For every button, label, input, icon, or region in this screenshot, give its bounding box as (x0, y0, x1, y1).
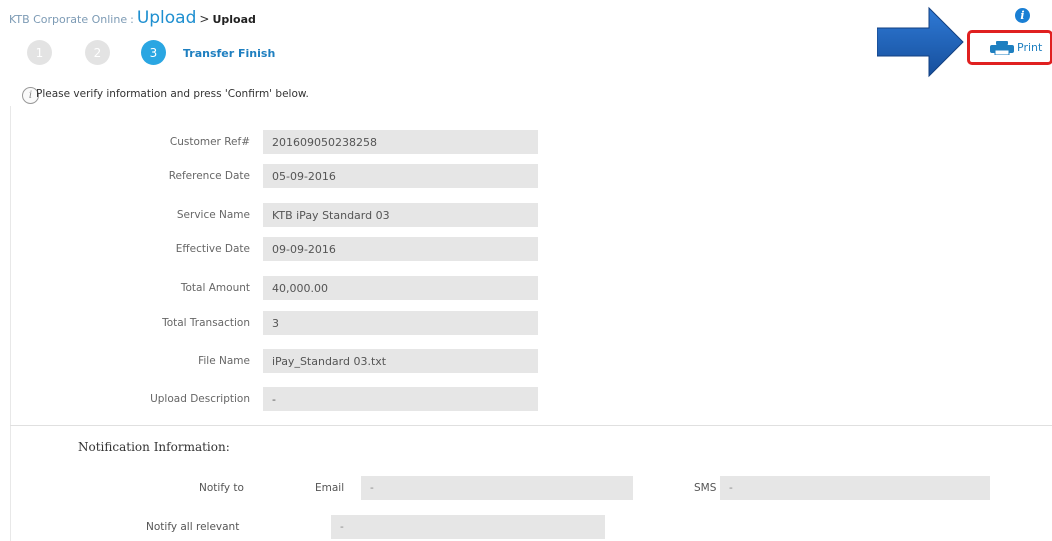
customer-ref-label: Customer Ref# (169, 136, 250, 148)
total-transaction-label: Total Transaction (162, 317, 250, 329)
step-3-indicator: 3 (141, 40, 166, 65)
reference-date-value: 05-09-2016 (263, 164, 538, 188)
service-name-label: Service Name (176, 209, 250, 221)
section-divider (10, 425, 1052, 426)
effective-date-value: 09-09-2016 (263, 237, 538, 261)
file-name-label: File Name (198, 355, 250, 367)
reference-date-label: Reference Date (168, 170, 250, 182)
sms-label: SMS (694, 482, 717, 494)
effective-date-label: Effective Date (175, 243, 250, 255)
upload-description-value: - (263, 387, 538, 411)
print-label: Print (1017, 41, 1043, 54)
breadcrumb-app-name: KTB Corporate Online (9, 13, 128, 26)
total-amount-label: Total Amount (180, 282, 250, 294)
notification-section-title: Notification Information: (78, 440, 230, 454)
email-value: - (361, 476, 633, 500)
help-icon[interactable]: i (1015, 8, 1030, 23)
upload-description-label: Upload Description (150, 393, 250, 405)
print-button[interactable]: Print (990, 40, 1043, 55)
customer-ref-value: 201609050238258 (263, 130, 538, 154)
step-2-indicator: 2 (85, 40, 110, 65)
total-transaction-value: 3 (263, 311, 538, 335)
breadcrumb-current: Upload (212, 13, 256, 26)
service-name-value: KTB iPay Standard 03 (263, 203, 538, 227)
info-message: Please verify information and press 'Con… (36, 88, 309, 100)
print-highlight-box: Print (967, 30, 1052, 65)
step-1-indicator: 1 (27, 40, 52, 65)
notify-all-relevant-label: Notify all relevant (146, 521, 240, 533)
notify-all-relevant-value: - (331, 515, 605, 539)
breadcrumb: KTB Corporate Online : Upload > Upload (9, 8, 256, 28)
email-label: Email (315, 482, 345, 494)
notify-to-label: Notify to (199, 482, 244, 494)
step-3-label: Transfer Finish (183, 47, 276, 60)
file-name-value: iPay_Standard 03.txt (263, 349, 538, 373)
sms-value: - (720, 476, 990, 500)
breadcrumb-arrow: > (199, 12, 210, 26)
arrow-annotation-icon (877, 6, 964, 78)
total-amount-value: 40,000.00 (263, 276, 538, 300)
breadcrumb-upload-link[interactable]: Upload (137, 8, 197, 28)
breadcrumb-separator: : (130, 13, 134, 26)
printer-icon (990, 40, 1014, 55)
